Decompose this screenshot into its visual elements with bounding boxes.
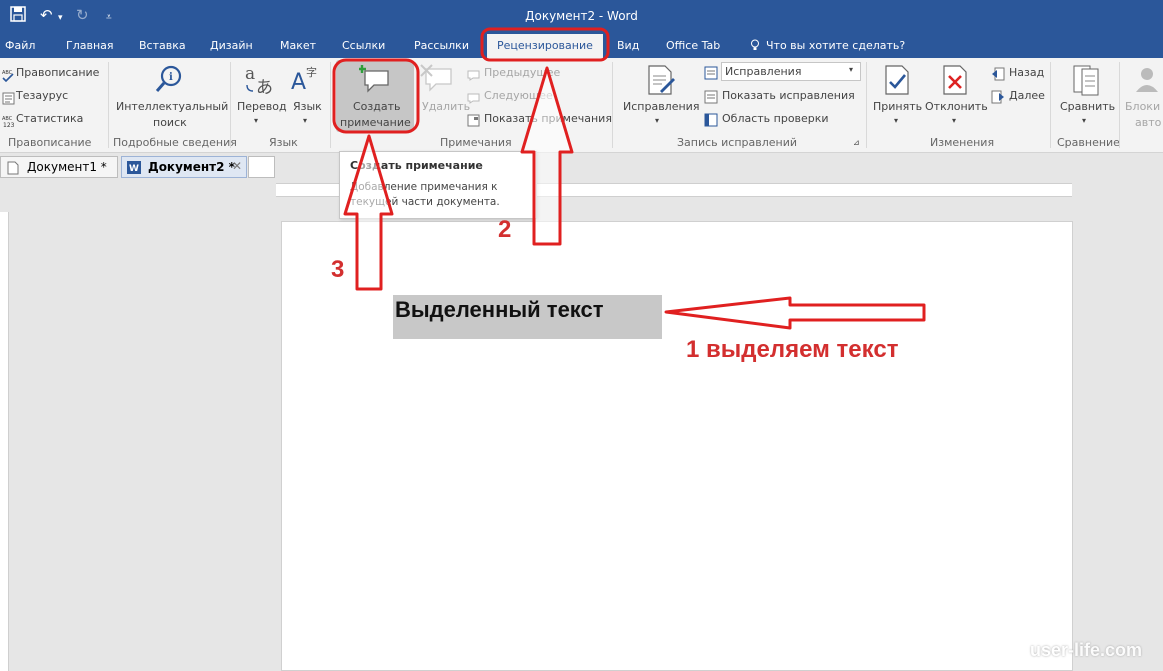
review-tab-highlight-frame xyxy=(480,27,610,62)
arrow-to-new-comment xyxy=(343,134,394,291)
new-comment-highlight-frame xyxy=(332,58,420,134)
arrow-to-review-tab xyxy=(520,66,574,246)
annotation-overlay xyxy=(332,27,926,330)
step-2-label: 2 xyxy=(498,216,512,243)
step-1-label: 1 выделяем текст xyxy=(686,336,899,363)
step-3-label: 3 xyxy=(331,256,345,283)
watermark: user-life.com xyxy=(1030,640,1143,660)
arrow-to-selected-text xyxy=(664,296,926,330)
